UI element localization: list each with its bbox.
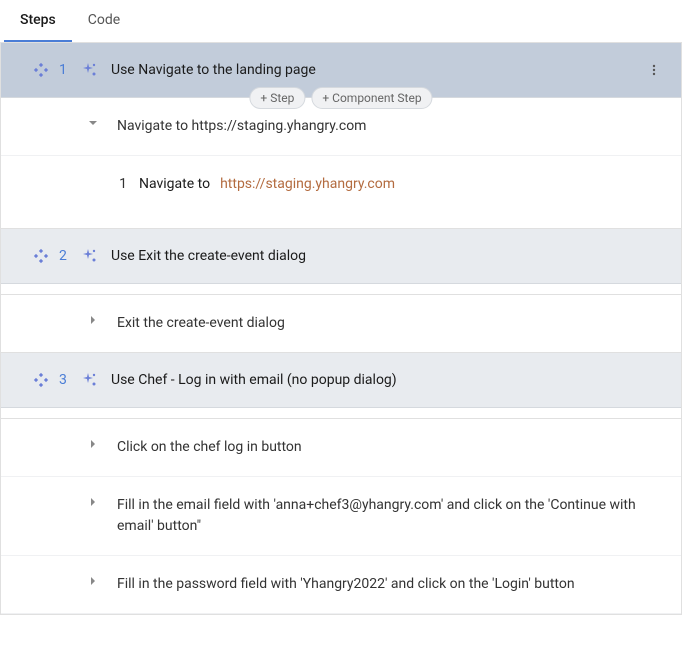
substep-row[interactable]: Fill in the email field with 'anna+chef3… bbox=[1, 477, 681, 556]
spacer bbox=[1, 284, 681, 294]
step-title: Use Chef - Log in with email (no popup d… bbox=[111, 372, 397, 388]
chevron-down-icon bbox=[87, 118, 99, 128]
substep-text: Exit the create-event dialog bbox=[117, 313, 285, 334]
chevron-right-icon bbox=[87, 497, 99, 507]
substep-row[interactable]: Click on the chef log in button bbox=[1, 418, 681, 477]
sparkle-icon bbox=[81, 61, 99, 79]
steps-content: 1 Use Navigate to the landing page + Ste… bbox=[0, 43, 682, 615]
tab-code[interactable]: Code bbox=[72, 0, 136, 42]
tabs-bar: Steps Code bbox=[0, 0, 682, 43]
sparkle-icon bbox=[81, 247, 99, 265]
component-icon bbox=[33, 372, 49, 388]
step-header[interactable]: 1 Use Navigate to the landing page + Ste… bbox=[1, 43, 681, 98]
spacer bbox=[1, 408, 681, 418]
step-number: 2 bbox=[59, 248, 69, 264]
step-number: 3 bbox=[59, 372, 69, 388]
substep-row[interactable]: Exit the create-event dialog bbox=[1, 294, 681, 353]
add-step-pills: + Step + Component Step bbox=[249, 87, 432, 109]
substep-text: Click on the chef log in button bbox=[117, 437, 302, 458]
chevron-right-icon bbox=[87, 576, 99, 586]
kebab-menu-icon[interactable] bbox=[647, 63, 661, 77]
step-header[interactable]: 3 Use Chef - Log in with email (no popup… bbox=[1, 353, 681, 408]
add-component-step-button[interactable]: + Component Step bbox=[311, 87, 432, 109]
component-icon bbox=[33, 62, 49, 78]
tab-steps[interactable]: Steps bbox=[4, 0, 72, 42]
substep-text: Navigate to https://staging.yhangry.com bbox=[117, 116, 366, 137]
step-title: Use Exit the create-event dialog bbox=[111, 248, 306, 264]
action-url: https://staging.yhangry.com bbox=[220, 176, 395, 192]
step-header[interactable]: 2 Use Exit the create-event dialog bbox=[1, 229, 681, 284]
component-icon bbox=[33, 248, 49, 264]
action-label: Navigate to bbox=[139, 176, 210, 192]
step-title: Use Navigate to the landing page bbox=[111, 62, 316, 78]
action-row[interactable]: 1 Navigate to https://staging.yhangry.co… bbox=[1, 156, 681, 229]
substep-row[interactable]: Fill in the password field with 'Yhangry… bbox=[1, 556, 681, 614]
step-number: 1 bbox=[59, 62, 69, 78]
add-step-button[interactable]: + Step bbox=[249, 87, 305, 109]
sparkle-icon bbox=[81, 371, 99, 389]
chevron-right-icon bbox=[87, 439, 99, 449]
substep-text: Fill in the password field with 'Yhangry… bbox=[117, 574, 575, 595]
substep-text: Fill in the email field with 'anna+chef3… bbox=[117, 495, 665, 537]
chevron-right-icon bbox=[87, 315, 99, 325]
action-number: 1 bbox=[107, 176, 127, 192]
